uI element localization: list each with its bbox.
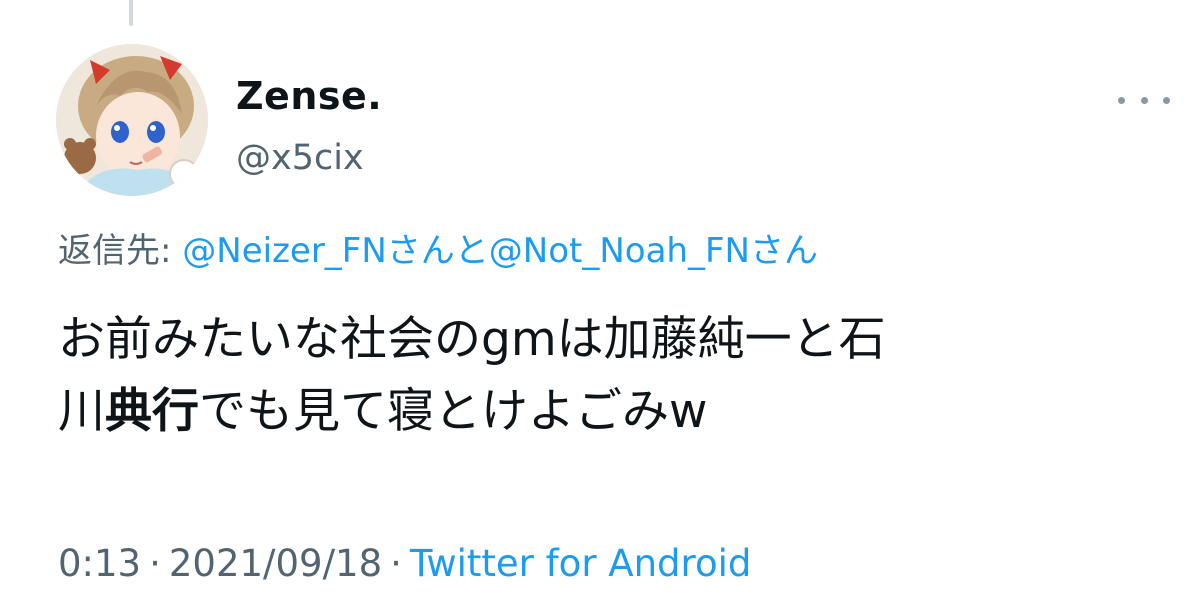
tweet-source-link[interactable]: Twitter for Android xyxy=(410,542,751,585)
avatar[interactable] xyxy=(56,44,208,196)
tweet-time[interactable]: 0:13 xyxy=(58,542,141,585)
reply-prefix: 返信先: xyxy=(58,231,183,271)
tweet-text-line-1: お前みたいな社会のgmは加藤純一と石 xyxy=(58,312,886,367)
tweet-date[interactable]: 2021/09/18 xyxy=(169,542,382,585)
reply-mention-link[interactable]: @Neizer_FNさんと@Not_Noah_FNさん xyxy=(182,231,818,271)
tweet-body: お前みたいな社会のgmは加藤純一と石 川典行でも見て寝とけよごみw xyxy=(58,304,1158,448)
mention-suffix: さん xyxy=(749,231,818,271)
author-display-name[interactable]: Zense. xyxy=(236,72,382,120)
tweet-text-part: 川 xyxy=(58,384,105,439)
more-horizontal-icon-dot xyxy=(1140,96,1148,104)
tweet-metadata: 0:13 · 2021/09/18 · Twitter for Android xyxy=(58,540,751,588)
avatar-image xyxy=(56,44,208,196)
meta-separator: · xyxy=(149,542,161,585)
more-horizontal-icon xyxy=(1118,96,1125,104)
author-handle[interactable]: @x5cix xyxy=(236,136,364,180)
thread-connector-line xyxy=(129,0,133,26)
mention-neizer[interactable]: @Neizer_FN xyxy=(182,231,387,271)
mention-joiner: さんと xyxy=(386,231,489,271)
more-horizontal-icon-dot xyxy=(1163,96,1170,104)
mention-not-noah[interactable]: @Not_Noah_FN xyxy=(489,231,750,271)
more-options-button[interactable] xyxy=(1118,88,1170,112)
tweet-text-part: でも見て寝とけよごみw xyxy=(199,384,708,439)
reply-context: 返信先: @Neizer_FNさんと@Not_Noah_FNさん xyxy=(58,228,818,274)
tweet-text-bold: 典行 xyxy=(105,384,199,439)
tweet-text-line-2: 川典行でも見て寝とけよごみw xyxy=(58,376,1158,448)
meta-separator: · xyxy=(390,542,402,585)
